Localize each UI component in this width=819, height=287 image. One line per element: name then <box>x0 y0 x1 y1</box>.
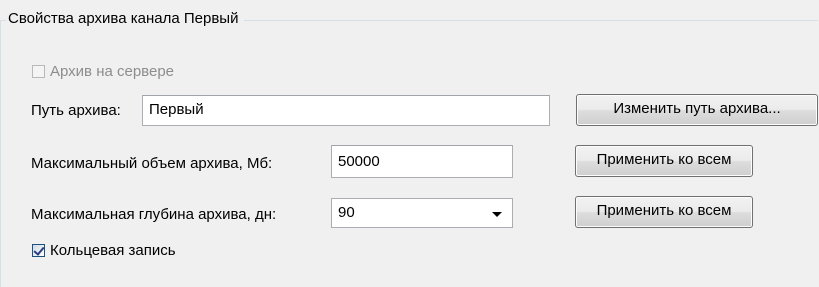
max-size-label: Максимальный объем архива, Мб: <box>31 155 273 172</box>
max-size-input[interactable]: 50000 <box>331 145 513 178</box>
apply-size-to-all-button[interactable]: Применить ко всем <box>575 145 753 177</box>
archive-on-server-checkbox[interactable] <box>32 65 45 78</box>
change-archive-path-button[interactable]: Изменить путь архива... <box>576 94 818 126</box>
archive-on-server-option[interactable]: Архив на сервере <box>32 63 174 80</box>
archive-on-server-label: Архив на сервере <box>50 63 174 80</box>
ring-record-option[interactable]: Кольцевая запись <box>32 242 176 259</box>
archive-path-input[interactable]: Первый <box>142 95 550 126</box>
ring-record-label: Кольцевая запись <box>50 242 176 259</box>
chevron-down-icon[interactable] <box>492 212 502 217</box>
ring-record-checkbox[interactable] <box>32 244 45 257</box>
archive-path-label: Путь архива: <box>31 102 121 119</box>
groupbox-title: Свойства архива канала Первый <box>6 9 245 29</box>
max-depth-value: 90 <box>338 204 355 221</box>
apply-depth-to-all-button[interactable]: Применить ко всем <box>575 196 753 228</box>
max-depth-select[interactable]: 90 <box>331 198 513 228</box>
max-depth-label: Максимальная глубина архива, дн: <box>31 206 277 223</box>
